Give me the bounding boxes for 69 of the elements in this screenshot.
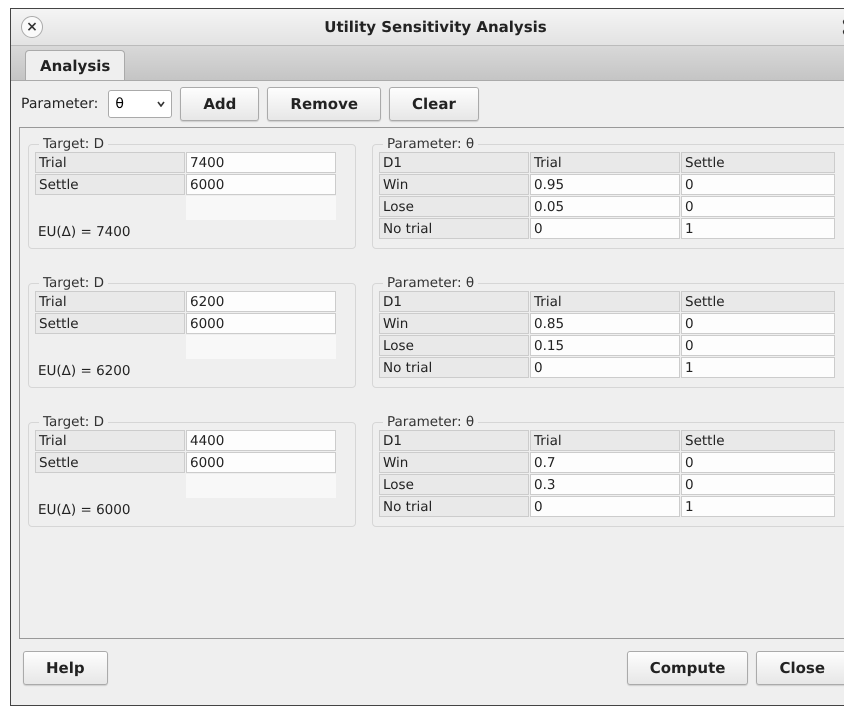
group-title: Parameter: θ	[386, 275, 476, 291]
table-cell: 0.05	[530, 196, 680, 217]
table-cell: 6000	[186, 313, 336, 334]
table-cell: 1	[681, 357, 835, 378]
close-button[interactable]: ×	[21, 16, 43, 38]
column-header: Settle	[681, 291, 835, 312]
table-cell: Settle	[35, 313, 185, 334]
table-cell: 0	[530, 218, 680, 239]
table-cell: 0	[681, 174, 835, 195]
table-cell: Lose	[379, 196, 529, 217]
table-cell: Win	[379, 174, 529, 195]
table-cell: 0	[681, 335, 835, 356]
column-header: Settle	[681, 430, 835, 451]
parameter-dropdown[interactable]: θ	[108, 90, 172, 118]
table-cell: 1	[681, 496, 835, 517]
footer-button[interactable]: Help	[23, 651, 108, 685]
group-title: Target: D	[42, 275, 106, 291]
table-cell: Trial	[35, 430, 185, 451]
toolbar-button[interactable]: Add	[180, 87, 260, 121]
tab[interactable]: Analysis	[25, 50, 126, 80]
table-cell: Trial	[35, 152, 185, 173]
table-cell: 0.85	[530, 313, 680, 334]
table-cell: Win	[379, 313, 529, 334]
table-cell: Settle	[35, 452, 185, 473]
group-title: Parameter: θ	[386, 136, 476, 152]
group-title: Target: D	[42, 414, 106, 430]
column-header: D1	[379, 291, 529, 312]
table-cell: 7400	[186, 152, 336, 173]
table-cell: Settle	[35, 174, 185, 195]
column-header: D1	[379, 152, 529, 173]
table-cell: 4400	[186, 430, 336, 451]
result-text: EU(Δ) = 7400	[37, 224, 132, 240]
column-header: D1	[379, 430, 529, 451]
table-cell: 0	[681, 474, 835, 495]
table-cell: Win	[379, 452, 529, 473]
table-cell: 6000	[186, 174, 336, 195]
table-cell: 0.7	[530, 452, 680, 473]
parameter-label: Parameter:	[21, 96, 98, 112]
toolbar-button[interactable]: Clear	[389, 87, 479, 121]
table-cell: 6200	[186, 291, 336, 312]
column-header: Trial	[530, 291, 680, 312]
window-title: Utility Sensitivity Analysis	[324, 18, 547, 36]
result-text: EU(Δ) = 6000	[37, 502, 132, 518]
table-cell: Trial	[35, 291, 185, 312]
table-cell: 0	[681, 452, 835, 473]
group-title: Parameter: θ	[386, 414, 476, 430]
table-cell: Lose	[379, 335, 529, 356]
table-cell: 0	[530, 496, 680, 517]
table-cell: 0	[530, 357, 680, 378]
column-header: Settle	[681, 152, 835, 173]
group-title: Target: D	[42, 136, 106, 152]
footer-button[interactable]: Compute	[626, 651, 748, 685]
table-cell: 0.3	[530, 474, 680, 495]
table-cell: 0	[681, 313, 835, 334]
footer-button[interactable]: Close	[756, 651, 844, 685]
table-cell: 0.95	[530, 174, 680, 195]
table-cell: 1	[681, 218, 835, 239]
table-cell: 6000	[186, 452, 336, 473]
table-cell: Lose	[379, 474, 529, 495]
result-text: EU(Δ) = 6200	[37, 363, 132, 379]
table-cell: No trial	[379, 218, 529, 239]
column-header: Trial	[530, 430, 680, 451]
caret-icon	[157, 101, 166, 107]
column-header: Trial	[530, 152, 680, 173]
toolbar-button[interactable]: Remove	[267, 87, 382, 121]
table-cell: No trial	[379, 496, 529, 517]
table-cell: 0.15	[530, 335, 680, 356]
table-cell: 0	[681, 196, 835, 217]
table-cell: No trial	[379, 357, 529, 378]
